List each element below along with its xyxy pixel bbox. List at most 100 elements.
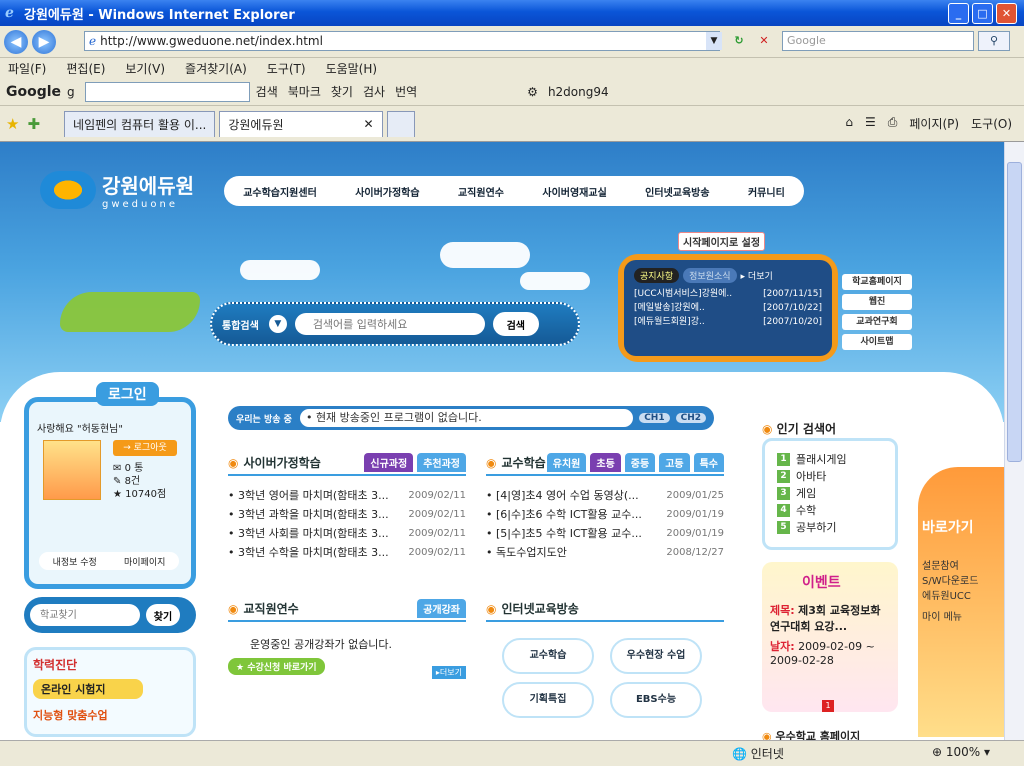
home-icon[interactable]: ⌂ <box>845 115 853 132</box>
best-class-button[interactable]: 우수현장 수업 <box>610 638 702 674</box>
survey-link[interactable]: 설문참여 <box>922 557 1000 572</box>
chevron-down-icon[interactable]: ▼ <box>268 315 287 333</box>
keyword-item[interactable]: 1 플래시게임 <box>777 451 883 468</box>
page-menu[interactable]: 페이지(P) <box>909 115 959 132</box>
translate-button[interactable]: 번역 <box>395 83 417 100</box>
apply-button[interactable]: ★ 수강신청 바로가기 <box>228 658 325 675</box>
keyword-item[interactable]: 3 게임 <box>777 485 883 502</box>
school-search-button[interactable]: 찾기 <box>146 604 180 626</box>
my-menu-link[interactable]: 마이 메뉴 <box>922 608 1000 623</box>
channel-2-button[interactable]: CH2 <box>675 413 706 423</box>
tab-close-icon[interactable]: ✕ <box>364 117 374 131</box>
stop-icon[interactable]: ✕ <box>753 31 775 51</box>
item-count[interactable]: ✎ 8건 <box>113 475 166 488</box>
custom-lesson-link[interactable]: 지능형 맞춤수업 <box>33 707 187 723</box>
keyword-item[interactable]: 2 아바타 <box>777 468 883 485</box>
site-logo[interactable]: 강원에듀원 gweduone <box>40 170 194 210</box>
list-item[interactable]: • [5|수]초5 수학 ICT활용 교수... 2009/01/19 <box>486 524 724 543</box>
menu-file[interactable]: 파일(F) <box>8 60 46 77</box>
online-test-link[interactable]: 온라인 시험지 <box>33 679 143 699</box>
forward-button[interactable]: ▶ <box>32 29 56 54</box>
wrench-icon[interactable]: ⚙ <box>527 85 538 99</box>
nav-teaching-center[interactable]: 교수학습지원센터 <box>243 184 317 199</box>
tab-new-course[interactable]: 신규과정 <box>364 453 414 472</box>
address-dropdown-icon[interactable]: ▼ <box>706 32 722 50</box>
feeds-icon[interactable]: ☰ <box>865 115 876 132</box>
search-input[interactable] <box>294 313 485 335</box>
close-button[interactable]: ✕ <box>996 3 1017 24</box>
tab-kinder[interactable]: 유치원 <box>546 453 587 472</box>
menu-help[interactable]: 도움말(H) <box>326 60 378 77</box>
nav-staff-training[interactable]: 교직원연수 <box>458 184 504 199</box>
tools-menu[interactable]: 도구(O) <box>971 115 1012 132</box>
refresh-icon[interactable]: ↻ <box>728 31 750 51</box>
link-school-homepage[interactable]: 학교홈페이지 <box>842 274 912 290</box>
ucc-link[interactable]: 에듀원UCC <box>922 587 1000 602</box>
google-toolbar-input[interactable] <box>84 81 250 102</box>
add-favorite-icon[interactable]: ✚ <box>27 115 40 133</box>
spellcheck-button[interactable]: 검사 <box>363 83 385 100</box>
account-button[interactable]: h2dong94 <box>548 85 609 99</box>
search-button[interactable]: 검색 <box>492 312 539 336</box>
notice-item[interactable]: [메일발송]강원에.. [2007/10/22] <box>634 301 822 315</box>
event-page[interactable]: 1 <box>822 700 834 712</box>
list-item[interactable]: • 독도수업지도안 2008/12/27 <box>486 543 724 562</box>
notice-item[interactable]: [UCC시범서비스]강원에.. [2007/11/15] <box>634 287 822 301</box>
new-tab-button[interactable] <box>386 110 415 137</box>
list-item[interactable]: • 3학년 과학을 마치며(함태초 3... 2009/02/11 <box>228 505 466 524</box>
list-item[interactable]: • [6|수]초6 수학 ICT활용 교수... 2009/01/19 <box>486 505 724 524</box>
search-box[interactable]: Google <box>782 31 974 51</box>
minimize-button[interactable]: _ <box>948 3 969 24</box>
bookmark-button[interactable]: 북마크 <box>288 83 321 100</box>
nav-community[interactable]: 커뮤니티 <box>748 184 785 199</box>
mypage-link[interactable]: 마이페이지 <box>124 555 165 568</box>
tab-1[interactable]: 네임펜의 컴퓨터 활용 이... <box>64 110 216 137</box>
list-item[interactable]: • 3학년 사회를 마치며(함태초 3... 2009/02/11 <box>228 524 466 543</box>
google-search-button[interactable]: 검색 <box>256 83 278 100</box>
list-item[interactable]: • [4|영]초4 영어 수업 동영상(... 2009/01/25 <box>486 486 724 505</box>
event-banner[interactable]: 이벤트 제목: 제3회 교육정보화연구대회 요강... 날자: 2009-02-… <box>762 562 898 712</box>
maximize-button[interactable]: □ <box>972 3 993 24</box>
nav-gifted[interactable]: 사이버영재교실 <box>542 184 606 199</box>
menu-view[interactable]: 보기(V) <box>125 60 165 77</box>
zoom-button[interactable]: ⊕ 100% ▾ <box>932 745 990 759</box>
link-webzine[interactable]: 웹진 <box>842 294 912 310</box>
back-button[interactable]: ◀ <box>4 29 28 54</box>
nav-broadcast[interactable]: 인터넷교육방송 <box>645 184 709 199</box>
tab-notice[interactable]: 공지사항 <box>634 268 680 283</box>
more-link[interactable]: ▸ 더보기 <box>741 269 773 282</box>
channel-1-button[interactable]: CH1 <box>639 413 670 423</box>
teaching-video-button[interactable]: 교수학습 <box>502 638 594 674</box>
sw-download-link[interactable]: S/W다운로드 <box>922 572 1000 587</box>
google-g-button[interactable]: g <box>67 85 75 99</box>
print-icon[interactable]: ⎙ <box>888 115 898 132</box>
link-sitemap[interactable]: 사이트맵 <box>842 334 912 350</box>
favorites-star-icon[interactable]: ★ <box>6 115 19 133</box>
logout-button[interactable]: → 로그아웃 <box>113 440 177 456</box>
tab-high[interactable]: 고등 <box>659 453 690 472</box>
scroll-thumb[interactable] <box>1007 162 1022 462</box>
link-research[interactable]: 교과연구회 <box>842 314 912 330</box>
tab-special[interactable]: 특수 <box>693 453 724 472</box>
vertical-scrollbar[interactable] <box>1004 142 1024 740</box>
list-item[interactable]: • 3학년 영어를 마치며(함태초 3... 2009/02/11 <box>228 486 466 505</box>
notice-item[interactable]: [에듀월드회원]강.. [2007/10/20] <box>634 315 822 329</box>
tab-open-lecture[interactable]: 공개강좌 <box>417 599 466 618</box>
special-feature-button[interactable]: 기획특집 <box>502 682 594 718</box>
ebs-button[interactable]: EBS수능 <box>610 682 702 718</box>
list-item[interactable]: • 3학년 수학을 마치며(함태초 3... 2009/02/11 <box>228 543 466 562</box>
menu-edit[interactable]: 편집(E) <box>66 60 105 77</box>
menu-favorites[interactable]: 즐겨찾기(A) <box>185 60 247 77</box>
tab-recommended[interactable]: 추천과정 <box>417 453 466 472</box>
mail-count[interactable]: ✉ 0 통 <box>113 462 166 475</box>
address-field[interactable]: ℯ http://www.gweduone.net/index.html <box>84 31 720 51</box>
set-start-page-button[interactable]: 시작페이지로 설정 <box>678 232 766 251</box>
tab-news[interactable]: 정보원소식 <box>683 268 737 283</box>
menu-tools[interactable]: 도구(T) <box>267 60 306 77</box>
edit-profile-link[interactable]: 내정보 수정 <box>53 555 97 568</box>
nav-cyber-home[interactable]: 사이버가정학습 <box>355 184 419 199</box>
search-icon[interactable]: ⚲ <box>978 31 1010 51</box>
find-button[interactable]: 찾기 <box>331 83 353 100</box>
keyword-item[interactable]: 5 공부하기 <box>777 519 883 536</box>
tab-middle[interactable]: 중등 <box>624 453 656 472</box>
